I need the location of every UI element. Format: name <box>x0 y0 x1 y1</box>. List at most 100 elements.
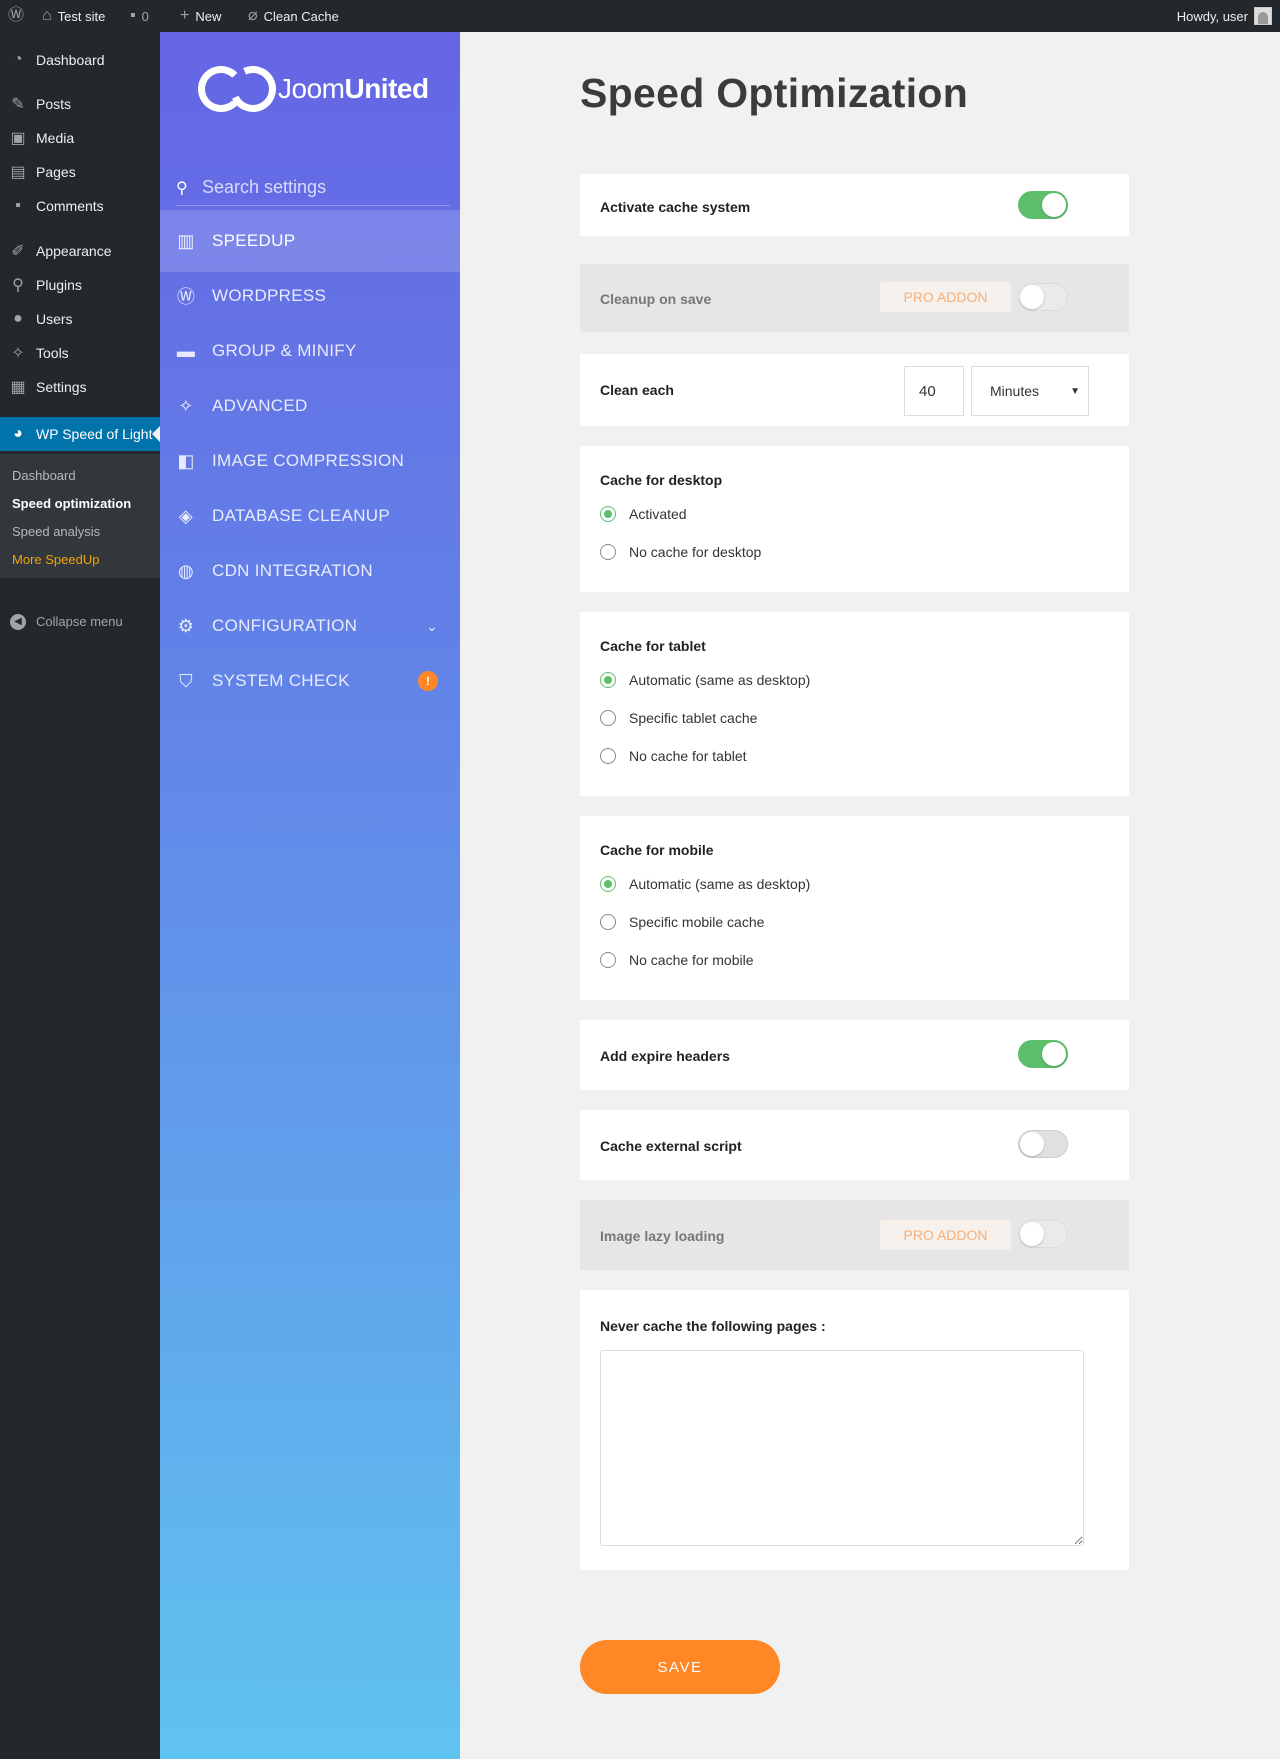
clean-each-label: Clean each <box>600 382 674 398</box>
menu-item-pages[interactable]: ▤ Pages <box>0 155 160 189</box>
nav-label: SYSTEM CHECK <box>212 671 350 690</box>
nav-advanced[interactable]: ✧ ADVANCED <box>160 375 460 437</box>
cache-mobile-label: Cache for mobile <box>600 842 714 858</box>
nav-speedup[interactable]: ▥ SPEEDUP <box>160 210 460 272</box>
search-icon: ⚲ <box>176 179 188 197</box>
pro-addon-badge[interactable]: PRO ADDON <box>880 1220 1011 1250</box>
radio-label: Specific mobile cache <box>629 914 765 930</box>
radio-option[interactable]: Automatic (same as desktop) <box>600 876 810 892</box>
dashboard-icon: ◔ <box>13 51 23 68</box>
menu-item-posts[interactable]: ✎ Posts <box>0 87 160 121</box>
user-menu[interactable]: Howdy, user <box>1177 0 1272 32</box>
nav-database-cleanup[interactable]: ◈ DATABASE CLEANUP <box>160 485 460 547</box>
submenu-item-more-speedup[interactable]: More SpeedUp <box>12 552 99 567</box>
radio-option[interactable]: Automatic (same as desktop) <box>600 672 810 688</box>
nav-image-compression[interactable]: ◧ IMAGE COMPRESSION <box>160 430 460 492</box>
never-cache-label: Never cache the following pages : <box>600 1318 826 1334</box>
nav-wordpress[interactable]: Ⓦ WORDPRESS <box>160 265 460 327</box>
lazy-loading-card: Image lazy loading PRO ADDON <box>580 1200 1129 1270</box>
radio-button[interactable] <box>600 748 616 764</box>
radio-label: Specific tablet cache <box>629 710 758 726</box>
never-cache-card: Never cache the following pages : <box>580 1290 1129 1570</box>
clean-each-value-input[interactable] <box>904 366 964 416</box>
cleanup-on-save-toggle[interactable] <box>1018 283 1068 311</box>
expire-headers-card: Add expire headers <box>580 1020 1129 1090</box>
menu-label: Tools <box>36 345 69 361</box>
menu-item-dashboard[interactable]: ◔ Dashboard <box>0 43 160 77</box>
wrench-icon: ✧ <box>178 395 194 416</box>
menu-item-tools[interactable]: ✧ Tools <box>0 336 160 370</box>
expire-headers-toggle[interactable] <box>1018 1040 1068 1068</box>
radio-label: Activated <box>629 506 687 522</box>
menu-item-appearance[interactable]: ✐ Appearance <box>0 234 160 268</box>
nav-label: CONFIGURATION <box>212 616 358 635</box>
caret-down-icon: ▼ <box>1070 385 1080 397</box>
radio-option[interactable]: Specific mobile cache <box>600 914 764 930</box>
new-content-link[interactable]: + New <box>180 0 221 32</box>
collapse-menu-button[interactable]: ◀ Collapse menu <box>0 612 123 630</box>
radio-button[interactable] <box>600 914 616 930</box>
menu-item-media[interactable]: ▣ Media <box>0 121 160 155</box>
lazy-loading-toggle[interactable] <box>1018 1220 1068 1248</box>
chart-icon: ▥ <box>177 230 195 251</box>
pro-addon-badge[interactable]: PRO ADDON <box>880 282 1011 312</box>
activate-cache-toggle[interactable] <box>1018 191 1068 219</box>
radio-option[interactable]: No cache for tablet <box>600 748 747 764</box>
radio-button[interactable] <box>600 710 616 726</box>
radio-option[interactable]: Activated <box>600 506 687 522</box>
nav-cdn-integration[interactable]: ◍ CDN INTEGRATION <box>160 540 460 602</box>
collapse-icon: ◀ <box>0 612 36 630</box>
radio-button[interactable] <box>600 876 616 892</box>
site-name-link[interactable]: ⌂ Test site <box>42 0 105 32</box>
nav-label: WORDPRESS <box>212 286 327 305</box>
wordpress-logo[interactable]: Ⓦ <box>8 0 24 32</box>
radio-button[interactable] <box>600 952 616 968</box>
radio-option[interactable]: No cache for mobile <box>600 952 754 968</box>
joomunited-logo-mark <box>198 59 283 119</box>
main-content: Speed Optimization Activate cache system… <box>460 32 1280 1759</box>
menu-item-comments[interactable]: ▪ Comments <box>0 189 160 223</box>
menu-item-wp-speed-of-light[interactable]: ◕ WP Speed of Light <box>0 417 160 451</box>
users-icon: ● <box>13 310 23 327</box>
radio-button[interactable] <box>600 506 616 522</box>
submenu-item-speed-optimization[interactable]: Speed optimization <box>12 496 131 511</box>
nav-label: ADVANCED <box>212 396 308 415</box>
nav-configuration[interactable]: ⚙ CONFIGURATION ⌄ <box>160 595 460 657</box>
menu-item-plugins[interactable]: ⚲ Plugins <box>0 268 160 302</box>
clean-each-unit-select[interactable]: Minutes ▼ <box>971 366 1089 416</box>
menu-item-settings[interactable]: ▦ Settings <box>0 370 160 404</box>
collapse-label: Collapse menu <box>36 613 123 629</box>
pages-icon: ▤ <box>10 164 26 181</box>
activate-cache-card: Activate cache system <box>580 174 1129 236</box>
radio-option[interactable]: Specific tablet cache <box>600 710 757 726</box>
never-cache-textarea[interactable] <box>600 1350 1084 1546</box>
submenu-item-speed-analysis[interactable]: Speed analysis <box>12 524 100 539</box>
comments-link[interactable]: ▪ 0 <box>130 0 149 32</box>
search-input[interactable] <box>202 177 442 198</box>
home-icon: ⌂ <box>42 7 52 24</box>
media-icon: ▣ <box>10 130 26 147</box>
save-button[interactable]: SAVE <box>580 1640 780 1694</box>
menu-item-users[interactable]: ● Users <box>0 302 160 336</box>
radio-option[interactable]: No cache for desktop <box>600 544 761 560</box>
external-script-toggle[interactable] <box>1018 1130 1068 1158</box>
radio-button[interactable] <box>600 544 616 560</box>
menu-label: Posts <box>36 96 72 112</box>
clean-each-card: Clean each Minutes ▼ <box>580 354 1129 426</box>
globe-icon: ◍ <box>177 560 194 581</box>
cache-tablet-label: Cache for tablet <box>600 638 706 654</box>
menu-label: Appearance <box>36 243 112 259</box>
folder-icon: ▬ <box>176 340 196 361</box>
expire-headers-label: Add expire headers <box>600 1048 730 1064</box>
nav-system-check[interactable]: ⛉ SYSTEM CHECK ! <box>160 650 460 712</box>
settings-icon: ▦ <box>10 379 26 396</box>
layers-icon: ◈ <box>178 505 194 526</box>
nav-label: IMAGE COMPRESSION <box>212 451 405 470</box>
howdy-text: Howdy, user <box>1176 8 1248 24</box>
submenu-item-dashboard[interactable]: Dashboard <box>12 468 76 483</box>
pin-icon: ✎ <box>11 96 25 113</box>
radio-button[interactable] <box>600 672 616 688</box>
activate-cache-label: Activate cache system <box>600 199 751 215</box>
nav-group-minify[interactable]: ▬ GROUP & MINIFY <box>160 320 460 382</box>
clean-cache-link[interactable]: ⌀ Clean Cache <box>248 0 339 32</box>
